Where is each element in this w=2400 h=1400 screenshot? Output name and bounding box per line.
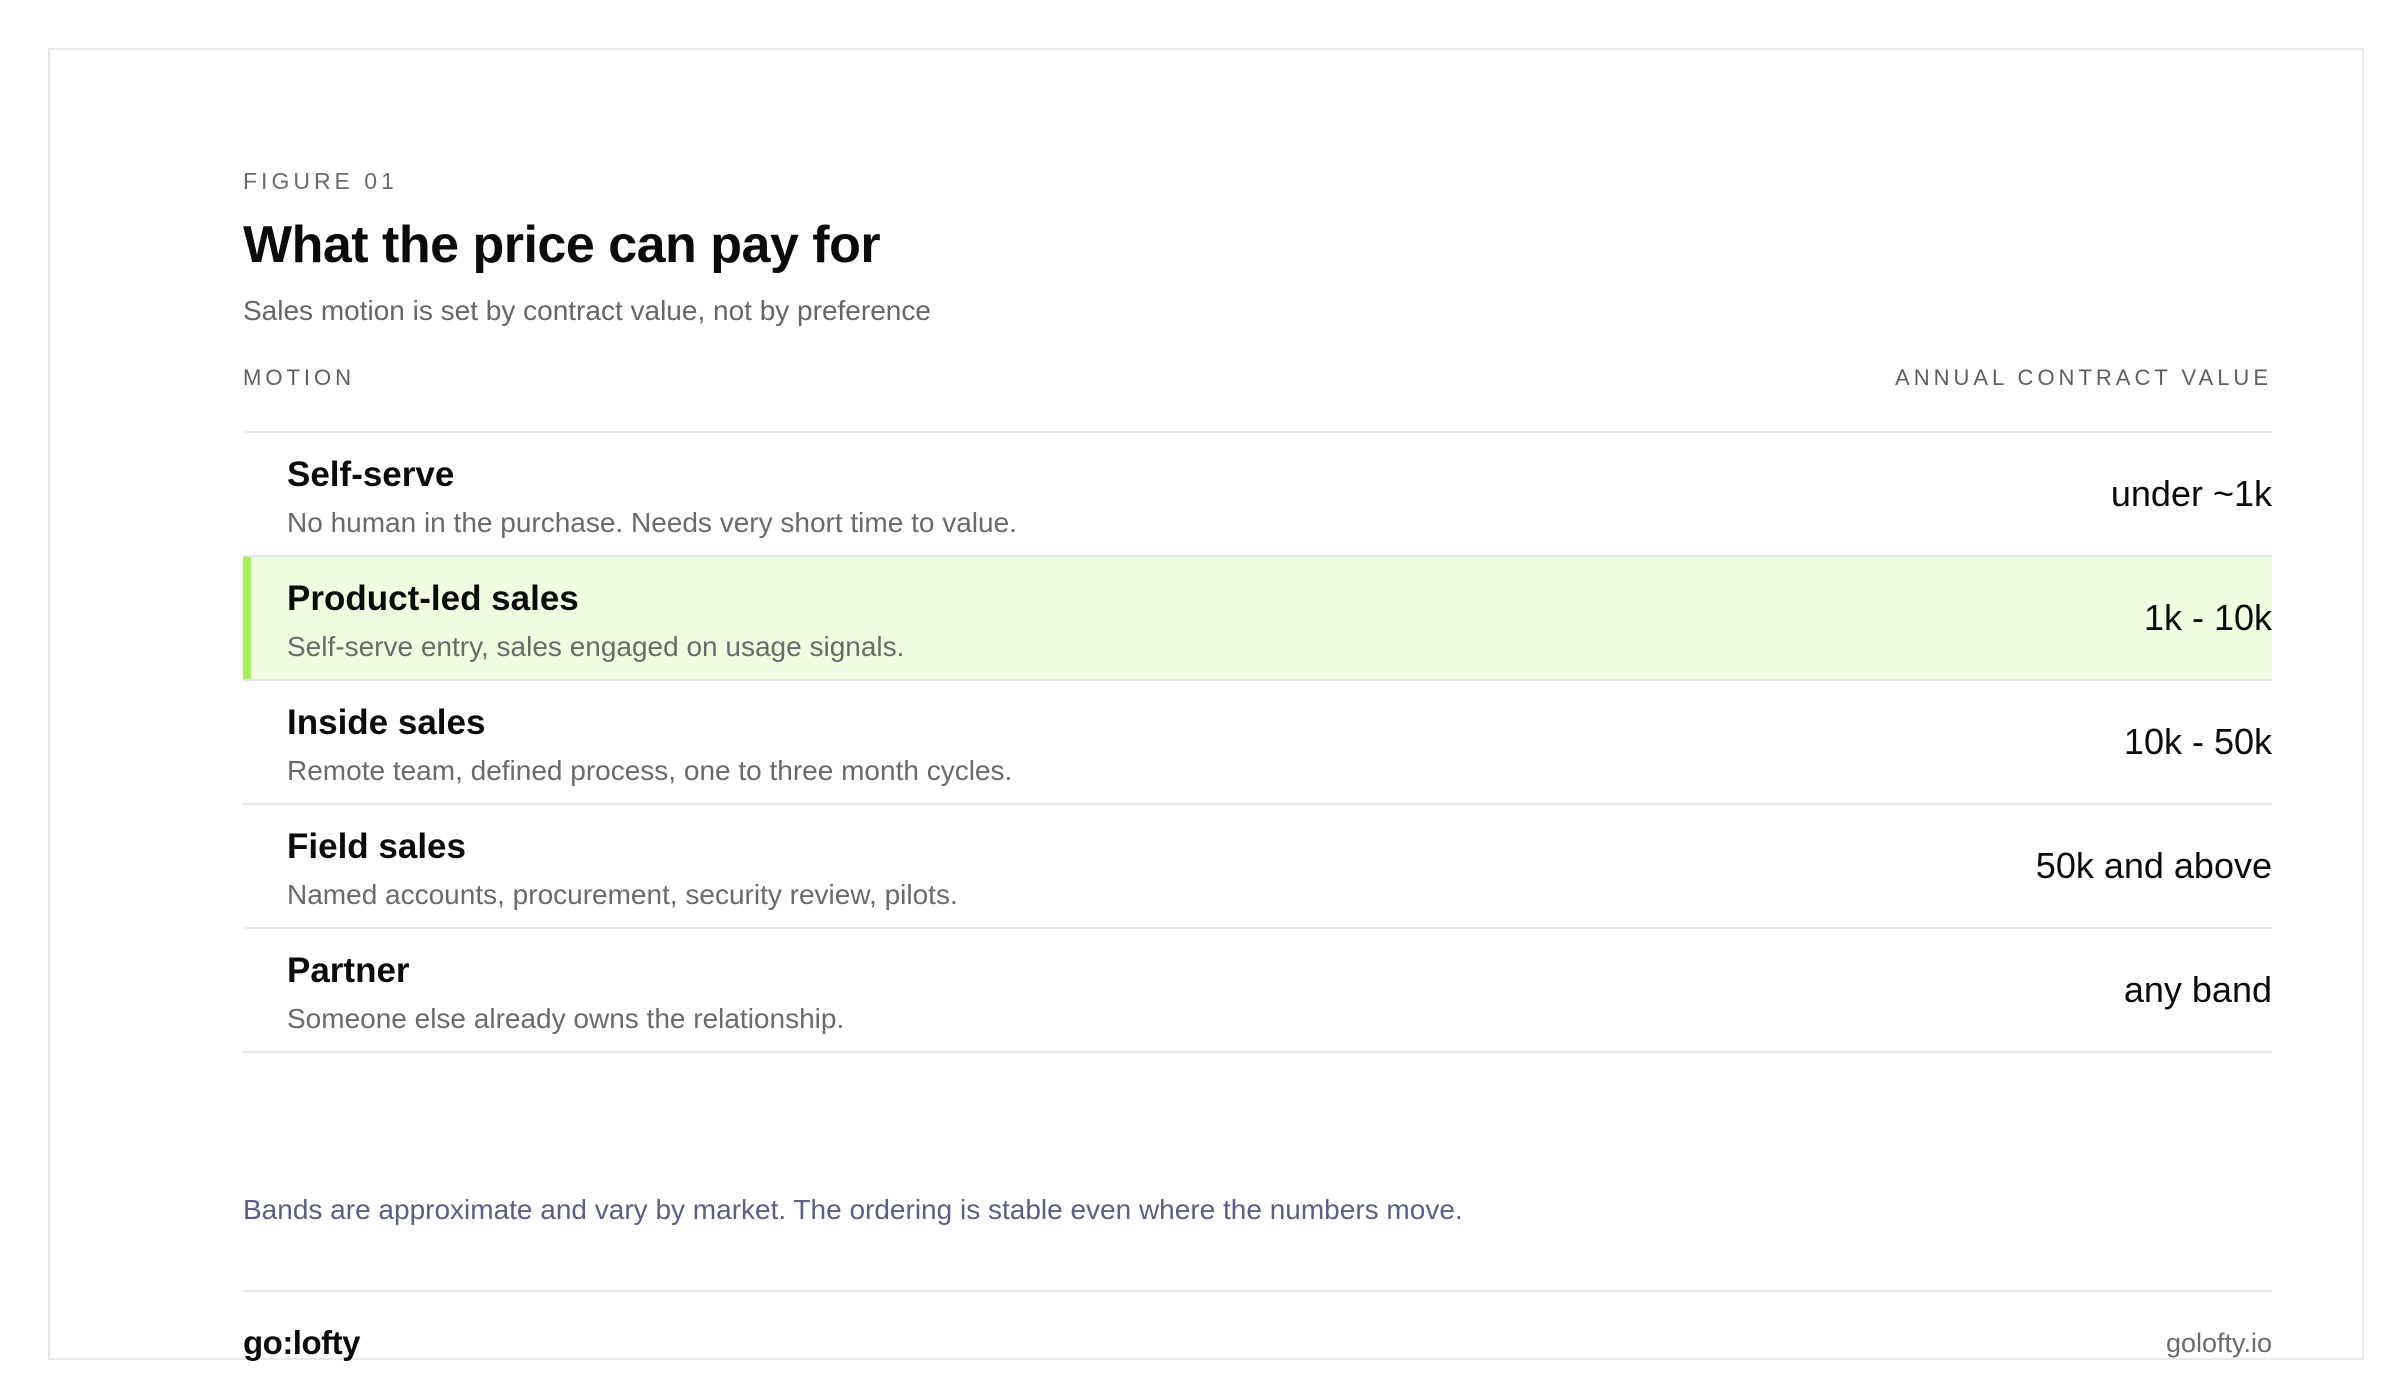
row-value: 1k - 10k (2143, 597, 2272, 638)
motion-table: Self-serve No human in the purchase. Nee… (243, 431, 2272, 1053)
row-name: Self-serve (287, 455, 455, 494)
row-description: Someone else already owns the relationsh… (287, 1003, 845, 1034)
footnote: Bands are approximate and vary by market… (243, 1194, 1463, 1225)
figure-eyebrow: FIGURE 01 (243, 168, 398, 194)
row-value: 10k - 50k (2123, 721, 2272, 762)
column-header-contract-value: ANNUAL CONTRACT VALUE (1895, 365, 2272, 390)
table-row-product-led-sales: Product-led sales Self-serve entry, sale… (243, 557, 2272, 681)
row-name: Partner (287, 951, 410, 990)
figure-title: What the price can pay for (243, 216, 881, 274)
row-description: Named accounts, procurement, security re… (287, 879, 958, 910)
row-name: Field sales (287, 827, 466, 866)
row-name: Inside sales (287, 703, 486, 742)
table-row-inside-sales: Inside sales Remote team, defined proces… (243, 681, 2272, 805)
row-value: any band (2123, 969, 2272, 1010)
figure-subtitle: Sales motion is set by contract value, n… (243, 295, 931, 326)
brand-logo: go:lofty (243, 1324, 360, 1361)
row-description: Self-serve entry, sales engaged on usage… (287, 631, 905, 662)
row-description: No human in the purchase. Needs very sho… (287, 507, 1017, 538)
row-name: Product-led sales (287, 579, 579, 618)
table-row-field-sales: Field sales Named accounts, procurement,… (243, 805, 2272, 929)
row-description: Remote team, defined process, one to thr… (287, 755, 1013, 786)
site-url: golofty.io (2165, 1328, 2272, 1358)
table-row-self-serve: Self-serve No human in the purchase. Nee… (243, 433, 2272, 557)
table-row-partner: Partner Someone else already owns the re… (243, 929, 2272, 1053)
column-header-motion: MOTION (243, 365, 355, 390)
footer-divider (243, 1290, 2272, 1292)
figure-content: FIGURE 01 What the price can pay for Sal… (243, 50, 2272, 1361)
row-value: 50k and above (2035, 845, 2272, 886)
row-value: under ~1k (2110, 473, 2272, 514)
figure-card: FIGURE 01 What the price can pay for Sal… (48, 48, 2364, 1361)
